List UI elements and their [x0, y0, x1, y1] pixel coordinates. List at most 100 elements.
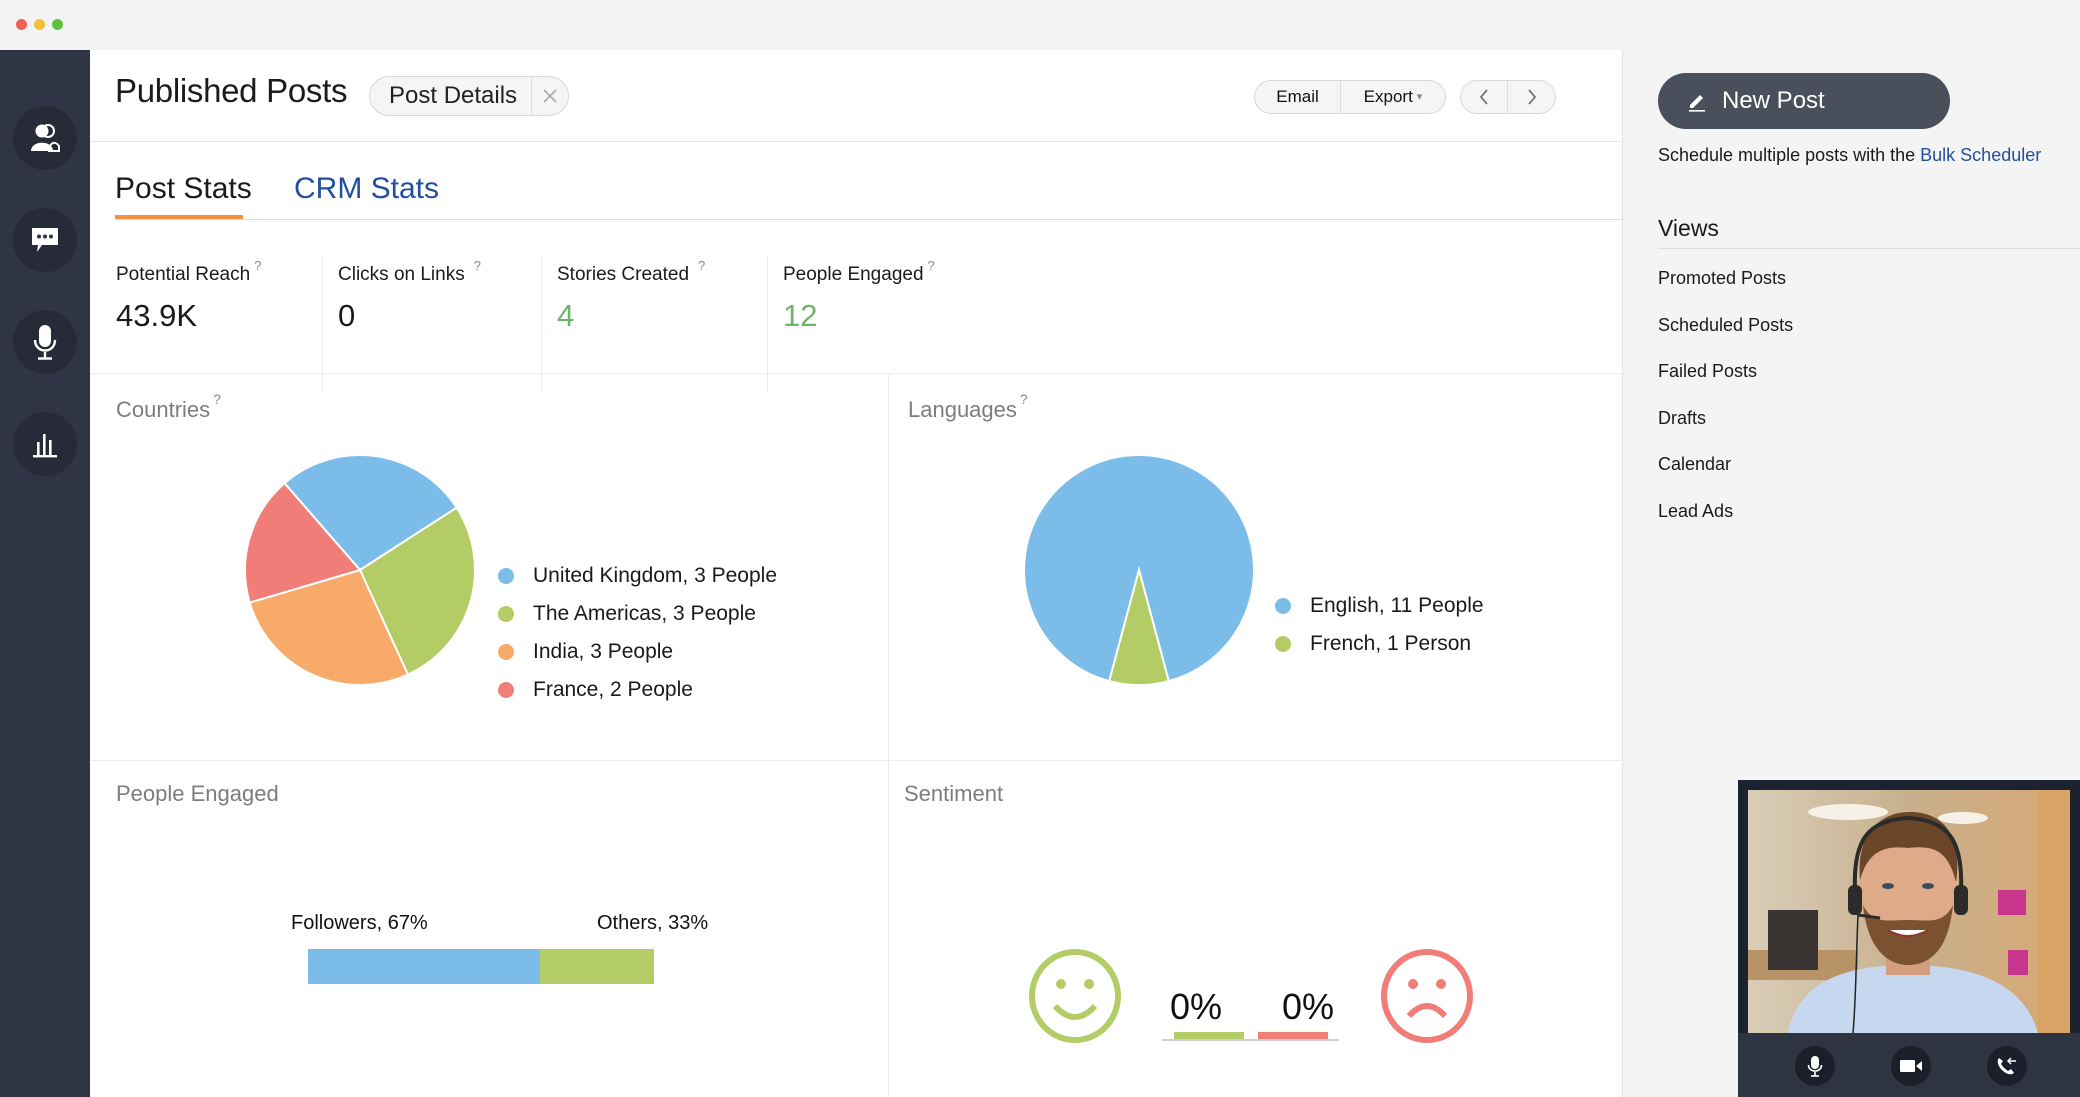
legend-swatch [498, 682, 514, 698]
languages-legend: English, 11 People French, 1 Person [1275, 587, 1484, 663]
legend-label: United Kingdom, 3 People [533, 564, 777, 587]
sidebar-item-messages[interactable] [13, 208, 77, 272]
bar-segment-others [539, 949, 654, 984]
tab-post-stats[interactable]: Post Stats [115, 172, 252, 206]
legend-swatch [498, 568, 514, 584]
stat-stories-created: Stories Created? 4 [557, 258, 705, 334]
sentiment-title: Sentiment [904, 781, 1004, 806]
view-lead-ads[interactable]: Lead Ads [1658, 501, 1733, 522]
legend-item: India, 3 People [498, 633, 777, 671]
view-scheduled-posts[interactable]: Scheduled Posts [1658, 315, 1793, 336]
legend-item: United Kingdom, 3 People [498, 557, 777, 595]
stat-value: 4 [557, 298, 575, 333]
new-post-button[interactable]: New Post [1658, 73, 1950, 129]
people-engaged-title: People Engaged [116, 781, 279, 806]
export-button[interactable]: Export ▾ [1341, 81, 1445, 113]
email-button[interactable]: Email [1255, 81, 1341, 113]
video-feed [1748, 790, 2070, 1033]
tab-crm-stats[interactable]: CRM Stats [294, 172, 439, 206]
schedule-text: Schedule multiple posts with the [1658, 145, 1921, 165]
bulk-scheduler-hint: Schedule multiple posts with the Bulk Sc… [1658, 145, 2041, 166]
views-title: Views [1658, 215, 1719, 241]
microphone-icon [1807, 1056, 1823, 1077]
chip-close-button[interactable] [532, 77, 568, 115]
help-icon[interactable]: ? [928, 258, 935, 273]
post-details-chip: Post Details [369, 76, 570, 116]
stat-potential-reach: Potential Reach? 43.9K [116, 258, 261, 334]
email-export-group: Email Export ▾ [1254, 80, 1446, 114]
video-camera-icon [1900, 1060, 1922, 1072]
video-call-widget [1738, 780, 2080, 1097]
legend-label: India, 3 People [533, 640, 674, 663]
languages-title-text: Languages [908, 397, 1017, 422]
video-call-controls [1738, 1033, 2080, 1097]
help-icon[interactable]: ? [698, 258, 705, 273]
previous-button[interactable] [1461, 81, 1508, 113]
close-window-button[interactable] [16, 19, 27, 30]
tabs-divider [115, 219, 1623, 220]
people-engaged-bar [308, 949, 654, 984]
chevron-left-icon [1479, 89, 1488, 105]
legend-item: English, 11 People [1275, 587, 1484, 625]
close-icon [543, 89, 557, 103]
countries-title-text: Countries [116, 397, 211, 422]
stat-label: Stories Created [557, 264, 690, 285]
page-title: Published Posts [115, 72, 348, 109]
legend-label: France, 2 People [533, 678, 693, 701]
phone-transfer-icon [1997, 1057, 2016, 1075]
main-content: Published Posts Post Details Email Expor… [90, 50, 1623, 1097]
bulk-scheduler-link[interactable]: Bulk Scheduler [1920, 145, 2041, 165]
stat-value: 0 [338, 298, 356, 333]
legend-swatch [1275, 636, 1291, 652]
legend-item: The Americas, 3 People [498, 595, 777, 633]
sidebar-item-voice[interactable] [13, 310, 77, 374]
chevron-down-icon: ▾ [1416, 91, 1423, 103]
help-icon[interactable]: ? [213, 391, 221, 407]
window-titlebar [0, 0, 2080, 50]
chevron-right-icon [1527, 89, 1536, 105]
legend-label: English, 11 People [1310, 594, 1484, 617]
pencil-icon [1689, 95, 1705, 112]
stat-people-engaged: People Engaged? 12 [783, 258, 935, 334]
people-icon [31, 124, 60, 152]
email-button-label: Email [1276, 87, 1319, 106]
help-icon[interactable]: ? [1020, 391, 1028, 407]
legend-item: French, 1 Person [1275, 625, 1484, 663]
sentiment-baseline [1162, 1039, 1339, 1041]
help-icon[interactable]: ? [474, 258, 481, 273]
view-promoted-posts[interactable]: Promoted Posts [1658, 268, 1786, 289]
bar-segment-followers [308, 949, 540, 984]
countries-title: Countries? [116, 391, 221, 423]
help-icon[interactable]: ? [254, 258, 261, 273]
stat-label: Clicks on Links [338, 264, 465, 285]
maximize-window-button[interactable] [52, 19, 63, 30]
countries-legend: United Kingdom, 3 People The Americas, 3… [498, 557, 777, 709]
negative-sentiment-percent: 0% [1282, 986, 1335, 1027]
stat-label: People Engaged [783, 264, 924, 285]
video-toggle-button[interactable] [1891, 1046, 1931, 1086]
panel-divider-horizontal [90, 760, 1623, 761]
followers-bar-label: Followers, 67% [291, 912, 428, 934]
chat-bubble-icon [32, 228, 58, 252]
legend-swatch [498, 644, 514, 660]
call-transfer-button[interactable] [1987, 1046, 2027, 1086]
sidebar-item-contacts[interactable] [13, 106, 77, 170]
mute-button[interactable] [1795, 1046, 1835, 1086]
sidebar-item-reports[interactable] [13, 412, 77, 476]
panel-divider-vertical [888, 373, 889, 1097]
view-drafts[interactable]: Drafts [1658, 408, 1706, 429]
stat-clicks-on-links: Clicks on Links? 0 [338, 258, 481, 334]
next-button[interactable] [1508, 81, 1555, 113]
positive-sentiment-percent: 0% [1170, 986, 1223, 1027]
stats-divider [90, 373, 1623, 374]
post-details-chip-label[interactable]: Post Details [370, 77, 533, 115]
export-button-label: Export [1363, 87, 1413, 106]
others-bar-label: Others, 33% [597, 912, 709, 934]
legend-swatch [1275, 598, 1291, 614]
stat-value: 12 [783, 298, 818, 333]
new-post-label: New Post [1722, 87, 1825, 114]
view-calendar[interactable]: Calendar [1658, 454, 1731, 475]
stat-divider [322, 257, 323, 392]
view-failed-posts[interactable]: Failed Posts [1658, 361, 1757, 382]
minimize-window-button[interactable] [34, 19, 45, 30]
